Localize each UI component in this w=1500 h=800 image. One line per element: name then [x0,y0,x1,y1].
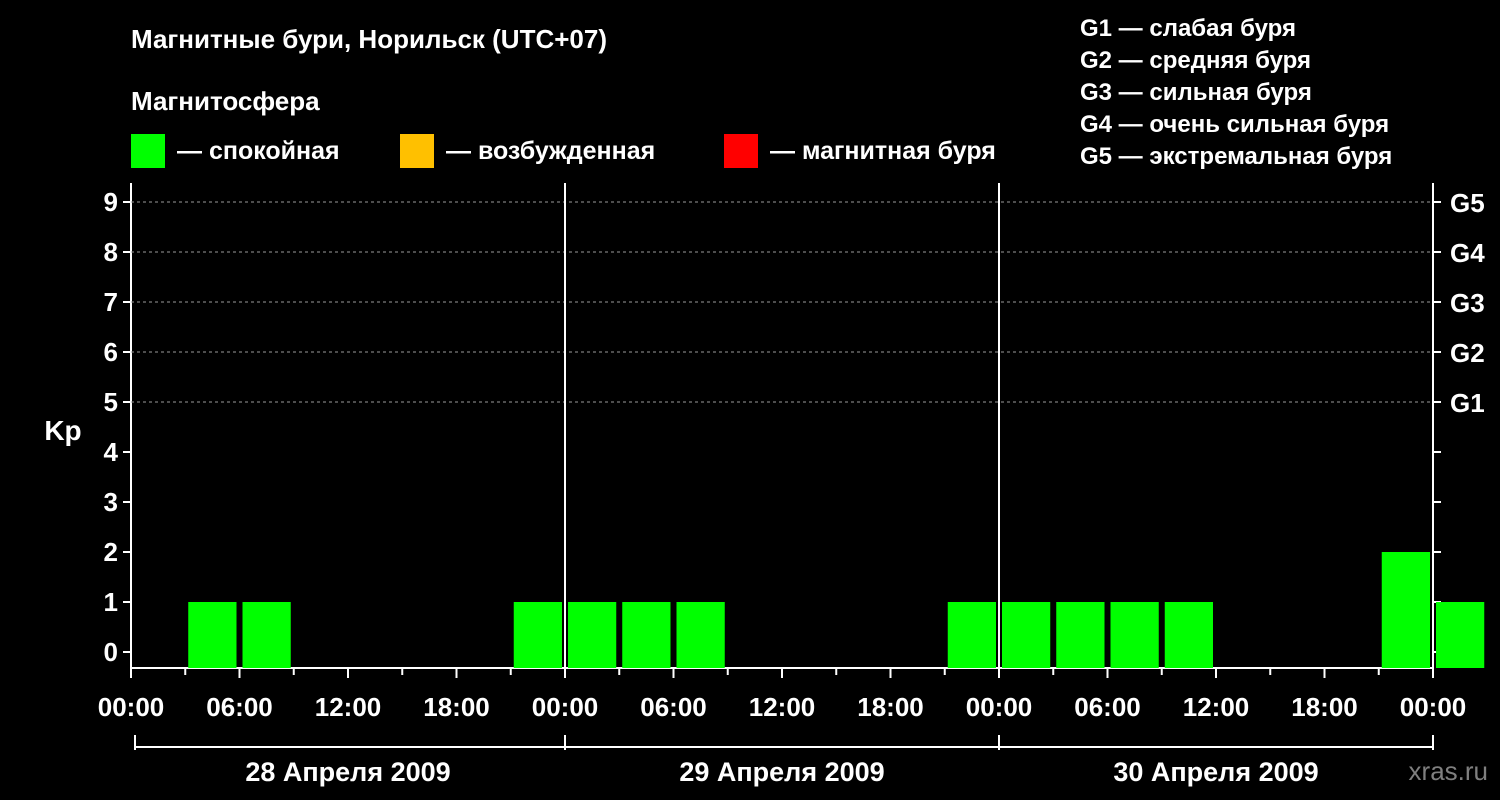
g-tick-label-g2: G2 [1450,338,1485,368]
kp-bar [568,602,617,668]
g-tick-label-g3: G3 [1450,288,1485,318]
y-tick-label-6: 6 [104,337,118,367]
x-tick-label: 00:00 [966,692,1033,722]
y-tick-label-4: 4 [104,437,119,467]
kp-bar [1164,602,1213,668]
day-label: 29 Апреля 2009 [679,757,884,787]
kp-bar [242,602,291,668]
x-tick-label: 18:00 [857,692,924,722]
y-tick-label-5: 5 [104,387,118,417]
y-tick-label-7: 7 [104,287,118,317]
kp-bar [947,602,996,668]
g-tick-label-g5: G5 [1450,188,1485,218]
y-tick-label-2: 2 [104,537,118,567]
x-tick-label: 06:00 [206,692,273,722]
watermark: xras.ru [1408,756,1488,786]
x-tick-label: 06:00 [1074,692,1141,722]
x-tick-label: 00:00 [532,692,599,722]
y-tick-label-0: 0 [104,637,118,667]
x-tick-label: 18:00 [423,692,490,722]
kp-bar [188,602,237,668]
g-tick-label-g4: G4 [1450,238,1485,268]
kp-bar [622,602,671,668]
x-tick-label: 12:00 [315,692,382,722]
x-tick-label: 12:00 [1183,692,1250,722]
kp-bar [513,602,562,668]
day-label: 30 Апреля 2009 [1113,757,1318,787]
kp-bar [1002,602,1051,668]
y-tick-label-8: 8 [104,237,118,267]
kp-bar [1381,552,1430,668]
x-tick-label: 00:00 [1400,692,1467,722]
x-tick-label: 18:00 [1291,692,1358,722]
y-axis-title: Kp [44,415,81,446]
y-tick-label-3: 3 [104,487,118,517]
y-tick-label-1: 1 [104,587,118,617]
g-tick-label-g1: G1 [1450,388,1485,418]
x-tick-label: 12:00 [749,692,816,722]
kp-bar [676,602,725,668]
kp-bar [1056,602,1105,668]
y-tick-label-9: 9 [104,187,118,217]
x-tick-label: 00:00 [98,692,165,722]
kp-bar [1436,602,1485,668]
kp-bar [1110,602,1159,668]
x-tick-label: 06:00 [640,692,707,722]
day-label: 28 Апреля 2009 [245,757,450,787]
kp-chart: 0 1 2 3 4 5 6 7 8 9 Kp G1 G2 G3 G4 G5 00:00 06:00 12:00 18:… [44,183,1485,787]
